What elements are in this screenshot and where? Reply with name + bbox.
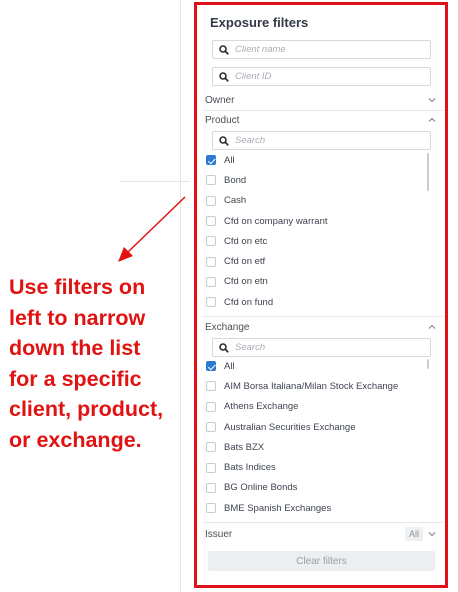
callout-line: down the list (9, 336, 141, 360)
exchange-section-header[interactable]: Exchange (205, 317, 441, 337)
checkbox[interactable] (206, 195, 216, 206)
callout-line: client, product, (9, 397, 164, 421)
product-scrollbar[interactable] (427, 153, 429, 191)
section-divider (203, 522, 443, 523)
callout-line: for a specific (9, 366, 142, 391)
exchange-option[interactable]: AIM Borsa Italiana/Milan Stock Exchange (206, 376, 431, 396)
checkbox[interactable] (206, 155, 216, 166)
checkbox[interactable] (206, 175, 216, 186)
product-option[interactable]: Cfd on etn (206, 272, 431, 292)
exchange-search-placeholder: Search (235, 342, 266, 353)
option-label: Cfd on etc (224, 235, 268, 247)
exchange-option[interactable]: Athens Exchange (206, 397, 431, 417)
issuer-value-badge[interactable]: All (404, 527, 423, 541)
option-label: Cash (224, 195, 247, 207)
checkbox[interactable] (206, 256, 216, 267)
chevron-up-icon[interactable] (427, 322, 437, 332)
checkbox[interactable] (206, 401, 216, 412)
exchange-label: Exchange (205, 321, 250, 333)
product-option[interactable]: Cfd on company warrant (206, 211, 431, 231)
panel-title: Exposure filters (210, 15, 309, 30)
checkbox[interactable] (206, 236, 216, 247)
callout-line: or exchange. (9, 427, 142, 452)
search-icon (219, 135, 229, 146)
search-icon (219, 44, 229, 55)
product-option[interactable]: Cash (206, 191, 431, 211)
option-label: Bats Indices (224, 462, 276, 474)
product-option[interactable]: Bond (206, 170, 431, 190)
chevron-up-icon[interactable] (427, 115, 437, 125)
option-label: BME Spanish Exchanges (224, 502, 332, 514)
callout-line: Use filters on (9, 275, 146, 299)
client-id-input[interactable]: Client ID (212, 67, 431, 86)
annotation-callout: Use filters on left to narrow down the l… (9, 272, 187, 455)
option-label: Bond (224, 174, 247, 186)
checkbox[interactable] (206, 381, 216, 392)
option-label: AIM Borsa Italiana/Milan Stock Exchange (224, 380, 399, 392)
exchange-option[interactable]: All (206, 356, 431, 376)
client-name-input[interactable]: Client name (212, 40, 431, 59)
product-option[interactable]: Cfd on fund (206, 292, 431, 312)
checkbox[interactable] (206, 503, 216, 514)
search-icon (219, 342, 229, 353)
exchange-option[interactable]: Australian Securities Exchange (206, 417, 431, 437)
clear-filters-button[interactable]: Clear filters (208, 551, 435, 571)
checkbox[interactable] (206, 482, 216, 493)
exchange-option[interactable]: BME Spanish Exchanges (206, 498, 431, 518)
checkbox[interactable] (206, 361, 216, 372)
callout-line: left to narrow (9, 305, 146, 330)
option-label: BG Online Bonds (224, 482, 298, 494)
exchange-scrollbar[interactable] (427, 359, 429, 369)
checkbox[interactable] (206, 422, 216, 433)
client-id-placeholder: Client ID (235, 71, 272, 82)
client-name-placeholder: Client name (235, 44, 286, 55)
chevron-down-icon[interactable] (427, 95, 437, 105)
product-section-header[interactable]: Product (205, 110, 441, 130)
page-divider-horizontal (120, 181, 190, 182)
option-label: Athens Exchange (224, 401, 299, 413)
exchange-options-list: All AIM Borsa Italiana/Milan Stock Excha… (206, 356, 431, 518)
product-option[interactable]: Cfd on etc (206, 231, 431, 251)
chevron-down-icon[interactable] (427, 529, 437, 539)
issuer-label: Issuer (205, 528, 233, 540)
checkbox[interactable] (206, 462, 216, 473)
checkbox[interactable] (206, 297, 216, 308)
product-option[interactable]: Cfd on etf (206, 251, 431, 271)
checkbox[interactable] (206, 442, 216, 453)
search-icon (219, 71, 229, 82)
option-label: Australian Securities Exchange (224, 421, 356, 433)
option-label: All (224, 154, 235, 166)
checkbox[interactable] (206, 276, 216, 287)
issuer-section-header[interactable]: Issuer All (205, 524, 441, 544)
option-label: All (224, 360, 235, 372)
option-label: Bats BZX (224, 441, 265, 453)
product-search-placeholder: Search (235, 135, 266, 146)
option-label: Cfd on company warrant (224, 215, 328, 227)
exchange-search-input[interactable]: Search (212, 338, 431, 357)
exchange-option[interactable]: Bats BZX (206, 437, 431, 457)
exposure-filters-panel: Exposure filters Client name Client ID O… (194, 2, 448, 588)
product-option[interactable]: All (206, 150, 431, 170)
issuer-value-group: All (404, 527, 441, 541)
product-label: Product (205, 114, 240, 126)
option-label: Cfd on etn (224, 276, 268, 288)
option-label: Cfd on fund (224, 296, 274, 308)
checkbox[interactable] (206, 216, 216, 227)
option-label: Cfd on etf (224, 256, 266, 268)
exchange-option[interactable]: Bats Indices (206, 457, 431, 477)
exchange-option[interactable]: BG Online Bonds (206, 478, 431, 498)
product-search-input[interactable]: Search (212, 131, 431, 150)
owner-section-header[interactable]: Owner (205, 90, 441, 110)
owner-label: Owner (205, 94, 235, 106)
product-options-list: All Bond Cash Cfd on company warrant Cfd… (206, 150, 431, 312)
